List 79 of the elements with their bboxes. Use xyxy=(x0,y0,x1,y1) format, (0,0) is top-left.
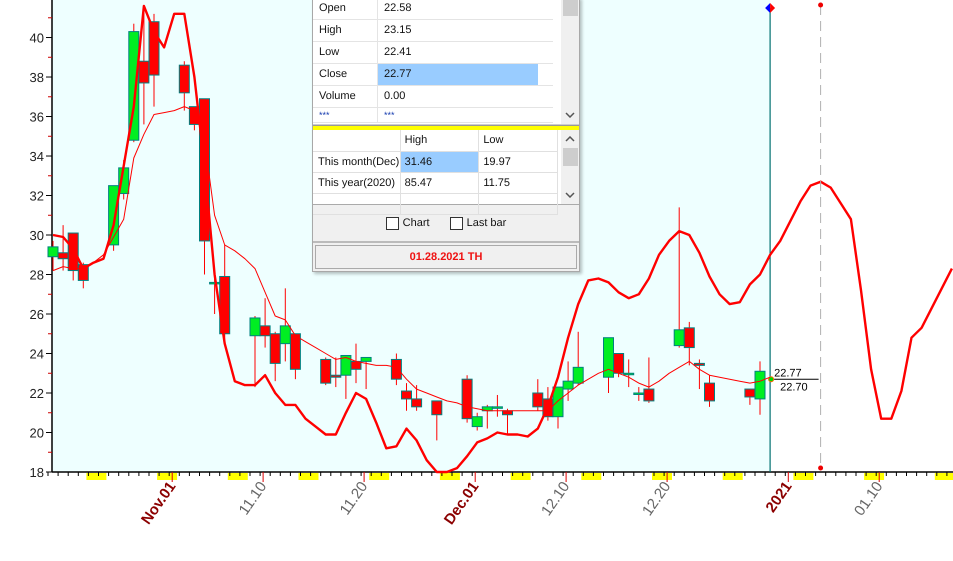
candlestick xyxy=(350,343,362,384)
y-tick-label: 18 xyxy=(30,465,44,480)
price-label: 22.70 xyxy=(780,381,808,394)
weekend-marker xyxy=(157,473,178,480)
candlestick xyxy=(492,394,503,418)
candlestick xyxy=(552,386,564,430)
candlestick xyxy=(390,353,402,386)
weekend-marker xyxy=(86,473,106,480)
candlestick xyxy=(360,356,372,390)
weekend-marker xyxy=(440,473,460,480)
scroll-up-icon[interactable] xyxy=(565,136,575,142)
checkbox[interactable] xyxy=(386,216,399,230)
candlestick xyxy=(431,400,442,441)
scrollbar-thumb[interactable] xyxy=(562,0,578,16)
date-label: 01.28.2021 TH xyxy=(315,245,577,269)
table-cell: Low xyxy=(313,42,378,63)
candlestick xyxy=(502,408,513,435)
table-cell: *** xyxy=(313,108,378,122)
y-tick-label: 28 xyxy=(30,268,44,282)
scrollbar[interactable] xyxy=(561,0,579,124)
y-tick-label: 24 xyxy=(30,346,44,362)
y-tick-label: 38 xyxy=(30,70,44,86)
candlestick xyxy=(704,374,715,408)
weekend-marker xyxy=(581,473,602,480)
candlestick xyxy=(330,356,342,388)
y-tick-label: 20 xyxy=(30,426,44,440)
y-tick-label: 40 xyxy=(30,30,44,46)
y-tick-label: 36 xyxy=(30,110,44,125)
table-cell: 85.47 xyxy=(400,173,480,193)
column-header: High xyxy=(400,130,480,151)
weekend-marker xyxy=(369,473,390,480)
checkbox-label[interactable]: Last bar xyxy=(466,217,506,229)
candlestick xyxy=(340,354,352,400)
scroll-down-icon[interactable] xyxy=(565,112,575,118)
table-cell: High xyxy=(313,20,378,41)
scrollbar-thumb[interactable] xyxy=(562,148,578,166)
candlestick xyxy=(482,404,493,430)
weekend-marker xyxy=(934,473,953,480)
table-cell-text: 22.41 xyxy=(383,45,413,60)
checkbox-label[interactable]: Chart xyxy=(402,217,430,229)
table-cell: 22.77 xyxy=(378,64,538,85)
y-tick-label: 34 xyxy=(30,149,44,164)
table-cell: This year(2020) xyxy=(313,173,401,193)
candlestick xyxy=(572,331,584,386)
candlestick xyxy=(562,360,574,402)
weekend-marker xyxy=(864,473,884,480)
column-header: Low xyxy=(479,130,558,151)
table-cell: 11.75 xyxy=(479,173,558,193)
candlestick xyxy=(694,358,705,390)
candlestick xyxy=(532,378,544,412)
weekend-marker xyxy=(510,473,531,480)
end-dot-icon xyxy=(818,466,824,470)
price-label: 22.77 xyxy=(774,367,802,380)
price-dot-icon xyxy=(768,376,774,382)
y-tick-label: 22 xyxy=(30,386,44,401)
checkbox[interactable] xyxy=(450,216,463,230)
scrollbar[interactable] xyxy=(561,130,579,204)
y-tick-label: 32 xyxy=(30,188,44,204)
y-tick-label: 30 xyxy=(30,228,44,244)
weekend-marker xyxy=(722,473,743,480)
table-cell-text: 22.58 xyxy=(383,1,413,16)
weekend-marker xyxy=(228,473,248,480)
table-cell-text: 23.15 xyxy=(383,23,413,38)
candlestick xyxy=(320,356,332,386)
y-tick-label: 26 xyxy=(30,307,44,322)
table-cell: Volume xyxy=(313,86,378,107)
table-cell: 31.46 xyxy=(400,152,480,172)
table-cell: 19.97 xyxy=(479,152,558,172)
weekend-marker xyxy=(652,473,672,480)
table-cell-text: *** xyxy=(383,109,396,122)
end-dot-icon xyxy=(818,2,824,8)
candlestick xyxy=(401,382,412,412)
table-cell: Open xyxy=(313,0,378,19)
diamond-marker-icon xyxy=(765,3,776,13)
weekend-marker xyxy=(793,473,814,480)
weekend-marker xyxy=(298,473,318,480)
candlestick xyxy=(411,384,422,412)
scroll-down-icon[interactable] xyxy=(565,192,575,198)
table-cell-text: 0.00 xyxy=(383,89,406,104)
